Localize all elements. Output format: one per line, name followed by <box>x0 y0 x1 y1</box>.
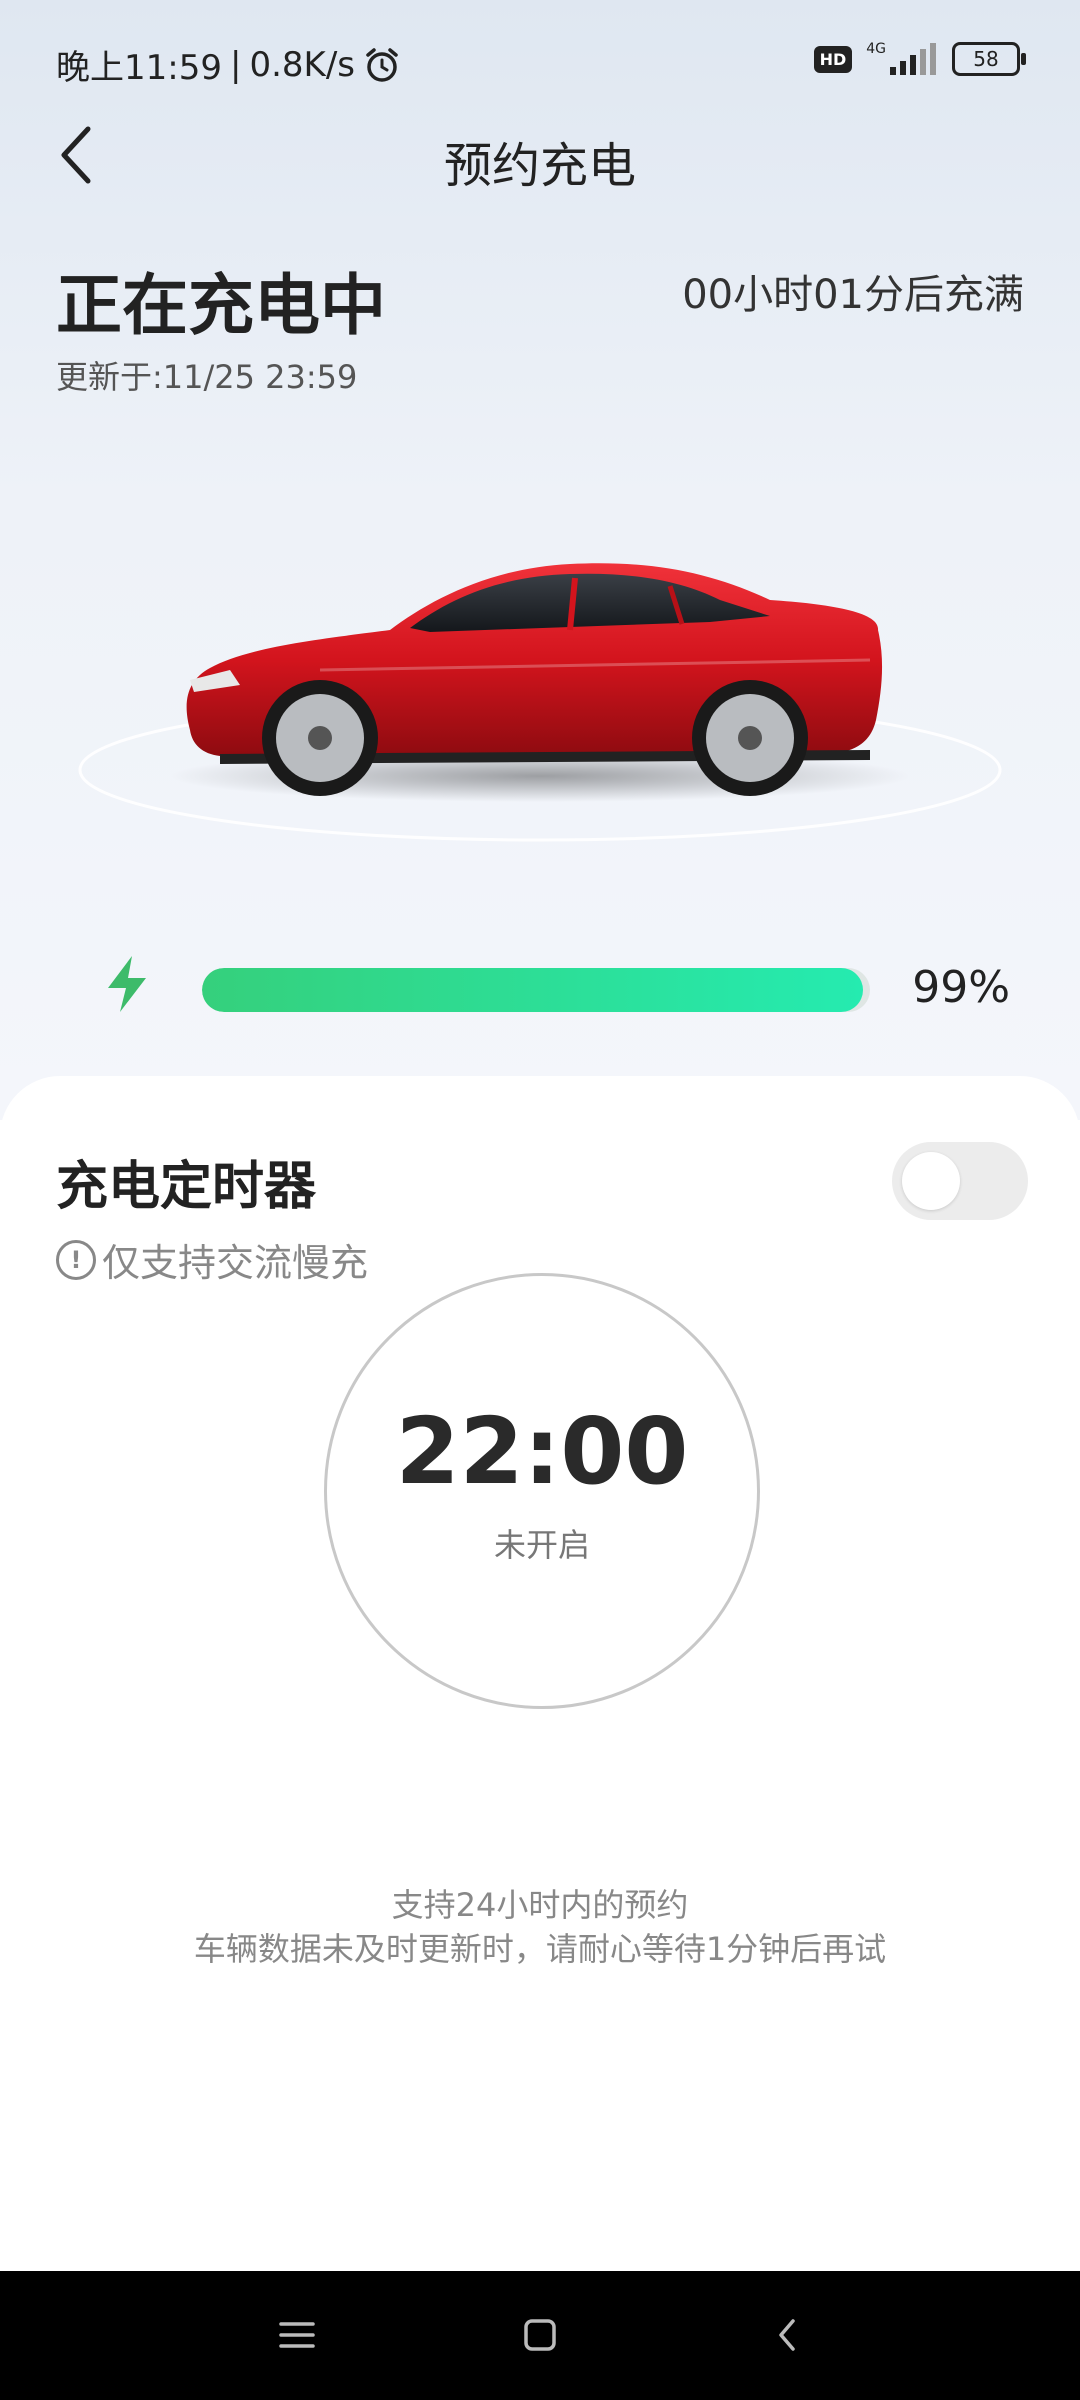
lightning-bolt-icon <box>108 956 146 1012</box>
car-image <box>70 520 1010 860</box>
timer-toggle[interactable] <box>892 1142 1028 1220</box>
hint-line-2: 车辆数据未及时更新时，请耐心等待1分钟后再试 <box>193 1930 887 1968</box>
back-triangle-icon <box>779 2319 795 2351</box>
ac-only-text: 仅支持交流慢充 <box>102 1241 369 1285</box>
home-square-icon <box>524 2319 556 2351</box>
nav-back-button[interactable] <box>757 2305 817 2365</box>
status-time: 晚上11:59 <box>56 48 222 88</box>
timer-time: 22:00 <box>395 1398 689 1505</box>
menu-icon <box>279 2322 315 2348</box>
timer-title: 充电定时器 <box>56 1157 317 1217</box>
nav-menu-button[interactable] <box>267 2305 327 2365</box>
battery-progress-bar <box>202 968 870 1012</box>
timer-dial[interactable]: 22:00 未开启 <box>324 1273 760 1709</box>
system-nav-bar <box>0 2271 1080 2400</box>
alarm-icon <box>366 47 398 82</box>
charging-status: 正在充电中 <box>56 267 386 344</box>
timer-state: 未开启 <box>493 1526 590 1564</box>
exclamation-icon: ! <box>56 1239 96 1280</box>
hd-badge: HD <box>813 45 853 73</box>
ac-only-note: ! 仅支持交流慢充 <box>56 1232 368 1287</box>
network-type: 4G <box>866 41 886 57</box>
status-left: 晚上11:59 | 0.8K/s <box>56 40 401 89</box>
network-speed: 0.8K/s <box>249 44 355 85</box>
status-right: HD 4G 58 <box>813 41 1026 76</box>
battery-progress-fill <box>202 968 864 1012</box>
status-bar: 晚上11:59 | 0.8K/s HD 4G 58 <box>0 0 1080 120</box>
time-to-full: 00小时01分后充满 <box>682 272 1024 318</box>
signal-icon: 4G <box>866 41 938 75</box>
updated-at: 更新于:11/25 23:59 <box>56 358 358 396</box>
nav-home-button[interactable] <box>510 2305 570 2365</box>
hint-line-1: 支持24小时内的预约 <box>391 1886 689 1924</box>
toggle-knob <box>902 1152 960 1210</box>
battery-percent: 99% <box>912 962 1010 1013</box>
page-title: 预约充电 <box>443 138 636 194</box>
battery-indicator: 58 <box>952 42 1026 76</box>
